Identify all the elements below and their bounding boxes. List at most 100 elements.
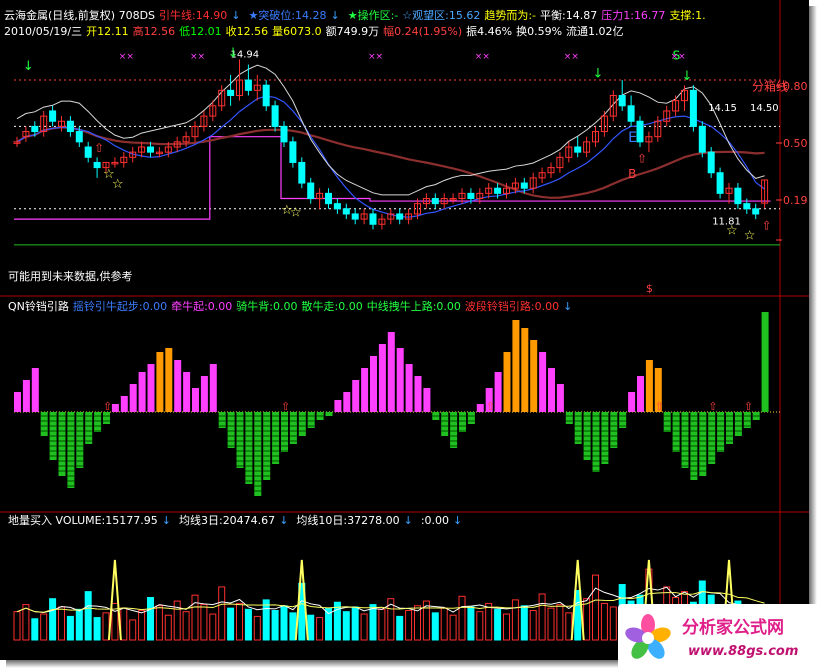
candle-body — [325, 192, 332, 205]
volume-bar — [280, 605, 288, 641]
volume-bar — [485, 602, 493, 641]
indicator-bar — [387, 332, 395, 412]
star-marker: ☆ — [112, 177, 124, 192]
indicator-legend: QN铃铛引路 摇铃引牛起步:0.00 牵牛起:0.00 骑牛背:0.00 散牛走:0.0… — [8, 300, 578, 313]
volume-bar — [93, 617, 101, 641]
indicator-up-marker: ⇧ — [708, 400, 717, 413]
legend-item: 骑牛背:0.00 — [236, 300, 298, 313]
chart-window: 14.94 11.81 14.15 14.50 分箱线 S E B ☆ ☆ ☆ ☆ ☆ ☆ ×× ×× ×× ××… — [0, 0, 809, 660]
candle-body — [752, 208, 760, 215]
right-label: 14.50 — [750, 103, 779, 114]
cross-marker: ×× — [475, 52, 490, 62]
legend-item: ↓ — [453, 514, 463, 527]
indicator-bar — [645, 360, 653, 412]
indicator-bar — [120, 396, 128, 412]
legend-item: 量6073.0 — [272, 25, 322, 38]
volume-bar — [592, 574, 599, 641]
indicator-bar — [503, 352, 511, 412]
legend-item: 平衡:14.87 — [540, 9, 598, 22]
volume-bar — [405, 610, 413, 641]
volume-bar — [31, 618, 39, 641]
legend-item: 波段铃铛引路:0.00 — [464, 300, 560, 313]
candle-body — [627, 105, 635, 122]
future-data-notice: 可能用到未来数据,供参考 — [8, 270, 133, 283]
legend-item: 支撑:1. — [669, 9, 706, 22]
legend-item: 趋势而为:- — [484, 9, 537, 22]
volume-bar — [378, 608, 386, 641]
indicator-bar — [289, 412, 297, 444]
up-arrow-marker: ⇧ — [94, 141, 104, 155]
candle-body — [574, 146, 582, 153]
volume-bar — [316, 617, 324, 641]
watermark-logo: 分析家公式网 www.88gs.com — [618, 604, 818, 668]
candle-body — [636, 120, 644, 143]
indicator-bar — [494, 372, 502, 412]
indicator-bar — [67, 412, 75, 488]
legend-item: 摇铃引牛起步:0.00 — [72, 300, 168, 313]
indicator-bar — [637, 376, 644, 412]
volume-bar — [307, 614, 315, 641]
indicator-bar — [334, 400, 342, 412]
candle-body — [244, 79, 252, 91]
indicator-bar — [361, 368, 369, 412]
candle-body — [716, 172, 724, 194]
candle-body — [227, 89, 235, 96]
volume-bar — [494, 608, 502, 641]
volume-bar — [351, 606, 359, 641]
volume-bar — [369, 604, 377, 641]
volume-bar — [236, 602, 243, 641]
legend-item: 中线拽牛上路:0.00 — [366, 300, 461, 313]
volume-bar — [66, 615, 74, 641]
volume-bar — [396, 615, 404, 641]
indicator-bar — [423, 388, 431, 412]
e-mark: E — [628, 130, 637, 146]
volume-bar — [600, 602, 608, 641]
down-arrow-marker: ↓ — [682, 69, 693, 84]
indicator-bar — [663, 412, 671, 432]
legend-item: 幅0.24(1.95%) — [383, 25, 463, 38]
legend-item: ↓ — [330, 9, 340, 22]
indicator-bar — [200, 376, 208, 412]
indicator-bar — [414, 376, 422, 412]
candle-body — [271, 105, 279, 127]
indicator-bar — [610, 412, 618, 448]
candle-body — [298, 161, 306, 184]
volume-bar — [244, 608, 252, 641]
volume-bar — [22, 604, 30, 641]
indicator-up-marker: ⇧ — [486, 400, 495, 413]
legend-item: ↓ — [231, 9, 241, 22]
indicator-bar — [378, 344, 386, 412]
indicator-bar — [681, 412, 689, 468]
down-arrow-marker: ↓ — [593, 66, 604, 81]
indicator-bar — [574, 412, 582, 444]
legend-item: 流通1.02亿 — [566, 25, 624, 38]
candle-body — [93, 161, 101, 169]
indicator-bar — [565, 412, 573, 424]
up-arrow-marker: ⇧ — [762, 218, 772, 232]
indicator-bar — [129, 384, 137, 412]
indicator-bar — [352, 380, 360, 412]
volume-bar — [360, 613, 368, 641]
candle-body — [351, 213, 359, 220]
indicator-bar — [147, 364, 155, 412]
ma-short-line — [16, 95, 765, 218]
volume-bar — [556, 604, 564, 641]
candle-body — [307, 182, 315, 200]
indicator-bar — [726, 412, 733, 444]
legend-item: 低12.01 — [179, 25, 222, 38]
indicator-bar — [254, 412, 262, 496]
indicator-bar — [556, 384, 564, 412]
cross-marker: ×× — [564, 52, 579, 62]
candle-body — [280, 125, 288, 143]
envelope-line — [16, 64, 765, 196]
indicator-bar — [174, 360, 182, 412]
indicator-bar — [85, 412, 93, 444]
volume-bar — [609, 606, 617, 641]
indicator-bar — [405, 364, 413, 412]
indicator-bar — [512, 320, 520, 412]
legend-item: 牵牛起:0.00 — [171, 300, 233, 313]
legend-item: ↓ — [161, 514, 171, 527]
volume-bar — [200, 604, 208, 641]
candle-body — [467, 192, 475, 200]
legend-item: QN铃铛引路 — [8, 300, 69, 313]
